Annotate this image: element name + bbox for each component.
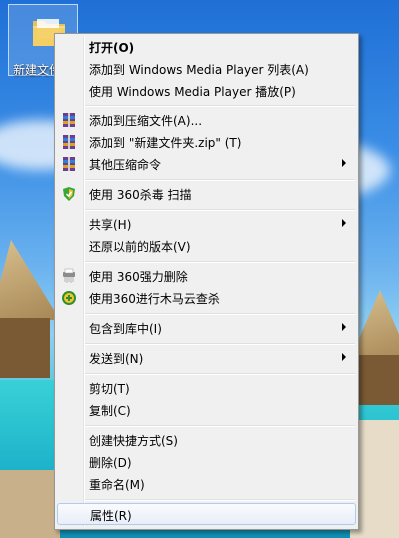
menu-item-add-to-archive[interactable]: 添加到压缩文件(A)... [57,109,356,131]
menu-item-label: 重命名(M) [89,478,145,492]
menu-separator [85,499,355,501]
menu-item-open[interactable]: 打开(O) [57,36,356,58]
menu-item-360-trojan-scan[interactable]: 使用360进行木马云查杀 [57,287,356,309]
menu-item-include-in-library[interactable]: 包含到库中(I) [57,317,356,339]
360-shield-icon [63,187,75,201]
menu-item-cut[interactable]: 剪切(T) [57,377,356,399]
menu-item-properties[interactable]: 属性(R) [57,503,356,525]
menu-item-label: 添加到 "新建文件夹.zip" (T) [89,136,242,150]
menu-item-360-scan[interactable]: 使用 360杀毒 扫描 [57,183,356,205]
menu-item-label: 发送到(N) [89,352,144,366]
menu-item-add-to-wmp-list[interactable]: 添加到 Windows Media Player 列表(A) [57,58,356,80]
menu-item-label: 共享(H) [89,218,132,232]
winrar-icon [63,135,75,149]
menu-item-label: 创建快捷方式(S) [89,434,178,448]
menu-separator [85,105,355,107]
menu-item-label: 打开(O) [89,41,135,55]
menu-separator [85,179,355,181]
menu-item-label: 使用 Windows Media Player 播放(P) [89,85,296,99]
menu-item-label: 使用360进行木马云查杀 [89,292,220,306]
menu-item-label: 包含到库中(I) [89,322,162,336]
menu-separator [85,373,355,375]
menu-item-label: 删除(D) [89,456,132,470]
winrar-icon [63,157,75,171]
menu-item-label: 使用 360杀毒 扫描 [89,188,192,202]
submenu-arrow-icon [342,219,346,227]
menu-item-other-compress-commands[interactable]: 其他压缩命令 [57,153,356,175]
menu-item-share[interactable]: 共享(H) [57,213,356,235]
menu-item-send-to[interactable]: 发送到(N) [57,347,356,369]
winrar-icon [63,113,75,127]
shredder-icon [63,268,75,283]
menu-item-restore-previous-versions[interactable]: 还原以前的版本(V) [57,235,356,257]
menu-item-label: 添加到压缩文件(A)... [89,114,203,128]
hut-body [0,318,50,378]
submenu-arrow-icon [342,159,346,167]
menu-separator [85,209,355,211]
360-trojan-icon [62,291,76,305]
menu-item-play-with-wmp[interactable]: 使用 Windows Media Player 播放(P) [57,80,356,102]
pier [0,470,60,538]
context-menu: 打开(O) 添加到 Windows Media Player 列表(A) 使用 … [54,33,359,530]
menu-separator [85,313,355,315]
submenu-arrow-icon [342,323,346,331]
menu-separator [85,425,355,427]
menu-item-rename[interactable]: 重命名(M) [57,473,356,495]
submenu-arrow-icon [342,353,346,361]
menu-separator [85,343,355,345]
menu-item-create-shortcut[interactable]: 创建快捷方式(S) [57,429,356,451]
hut-roof [0,240,60,320]
menu-item-label: 复制(C) [89,404,131,418]
menu-item-delete[interactable]: 删除(D) [57,451,356,473]
hut-body [358,355,399,405]
menu-item-label: 使用 360强力删除 [89,270,188,284]
menu-item-label: 添加到 Windows Media Player 列表(A) [89,63,309,77]
menu-item-label: 其他压缩命令 [89,158,162,172]
menu-item-add-to-zip[interactable]: 添加到 "新建文件夹.zip" (T) [57,131,356,153]
menu-item-360-force-delete[interactable]: 使用 360强力删除 [57,265,356,287]
menu-separator [85,261,355,263]
menu-item-label: 还原以前的版本(V) [89,240,191,254]
menu-item-label: 属性(R) [90,509,132,523]
menu-item-label: 剪切(T) [89,382,130,396]
menu-item-copy[interactable]: 复制(C) [57,399,356,421]
